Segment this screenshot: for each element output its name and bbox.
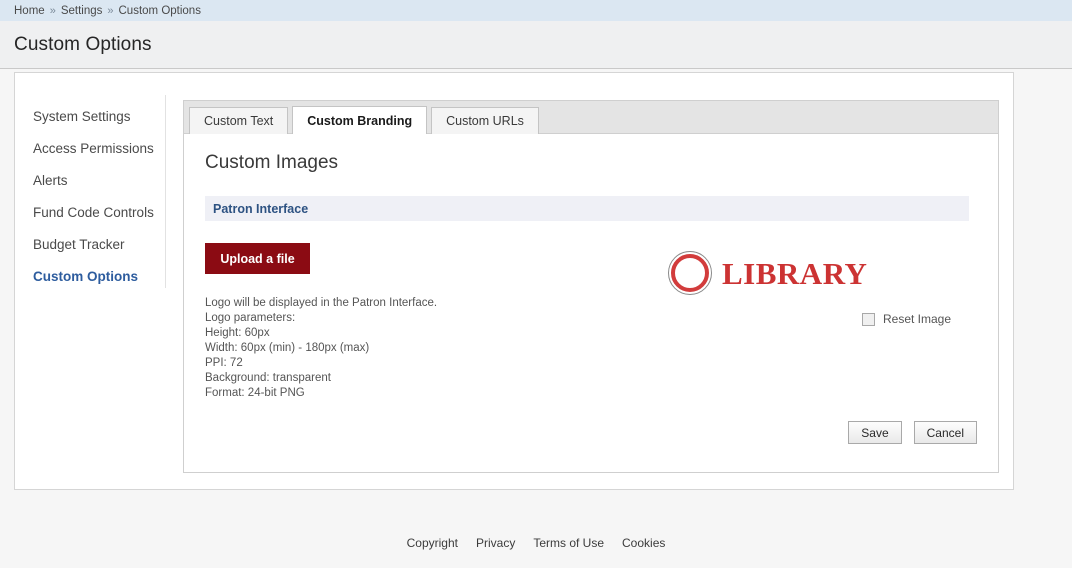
page-header: Custom Options <box>0 21 1072 69</box>
main-panel: System Settings Access Permissions Alert… <box>14 72 1014 490</box>
logo-param-line: Logo parameters: <box>205 312 296 324</box>
upload-row: Upload a file Logo will be displayed in … <box>205 243 977 401</box>
footer-link-terms-of-use[interactable]: Terms of Use <box>533 536 604 550</box>
logo-parameters-text: Logo will be displayed in the Patron Int… <box>205 296 625 401</box>
tab-custom-text[interactable]: Custom Text <box>189 107 289 134</box>
upload-left-column: Upload a file Logo will be displayed in … <box>205 243 625 401</box>
ring-inner-icon <box>671 254 709 292</box>
breadcrumb-item-settings[interactable]: Settings <box>61 5 103 17</box>
breadcrumb-item-custom-options[interactable]: Custom Options <box>119 5 201 17</box>
sidebar-item-system-settings[interactable]: System Settings <box>15 100 166 132</box>
subsection-header-patron-interface: Patron Interface <box>205 196 969 221</box>
logo-param-line: Background: transparent <box>205 372 331 384</box>
logo-param-line: Logo will be displayed in the Patron Int… <box>205 297 438 309</box>
sidebar-item-alerts[interactable]: Alerts <box>15 164 166 196</box>
sidebar-item-budget-tracker[interactable]: Budget Tracker <box>15 228 166 260</box>
breadcrumb-item-home[interactable]: Home <box>14 5 45 17</box>
content-card: Custom Text Custom Branding Custom URLs … <box>183 100 999 473</box>
logo-param-line: Height: 60px <box>205 327 270 339</box>
upload-right-column: LIBRARY Reset Image <box>625 243 977 401</box>
action-buttons: Save Cancel <box>848 421 977 444</box>
breadcrumb-separator: » <box>107 4 114 17</box>
ring-icon <box>668 251 712 295</box>
card-body: Custom Images Patron Interface Upload a … <box>184 134 998 401</box>
footer-link-copyright[interactable]: Copyright <box>407 536 458 550</box>
library-logo: LIBRARY <box>668 251 977 295</box>
footer-link-cookies[interactable]: Cookies <box>622 536 665 550</box>
footer: Copyright Privacy Terms of Use Cookies <box>0 536 1072 550</box>
logo-param-line: Width: 60px (min) - 180px (max) <box>205 342 370 354</box>
tab-custom-branding[interactable]: Custom Branding <box>292 106 428 134</box>
footer-link-privacy[interactable]: Privacy <box>476 536 515 550</box>
breadcrumb: Home » Settings » Custom Options <box>0 0 1072 21</box>
save-button[interactable]: Save <box>848 421 902 444</box>
logo-wordmark: LIBRARY <box>722 255 868 291</box>
tab-strip: Custom Text Custom Branding Custom URLs <box>184 101 998 134</box>
sidebar-item-custom-options[interactable]: Custom Options <box>15 260 166 292</box>
page-title: Custom Options <box>14 33 152 55</box>
upload-a-file-button[interactable]: Upload a file <box>205 243 310 274</box>
sidebar-divider <box>165 95 166 288</box>
section-heading: Custom Images <box>205 152 339 173</box>
logo-param-line: PPI: 72 <box>205 357 243 369</box>
breadcrumb-separator: » <box>49 4 56 17</box>
tab-custom-urls[interactable]: Custom URLs <box>431 107 539 134</box>
reset-image-checkbox[interactable] <box>862 312 875 326</box>
reset-image-label: Reset Image <box>883 312 952 326</box>
reset-image-row: Reset Image <box>862 312 951 326</box>
logo-param-line: Format: 24-bit PNG <box>205 387 305 399</box>
sidebar: System Settings Access Permissions Alert… <box>15 73 166 489</box>
sidebar-item-access-permissions[interactable]: Access Permissions <box>15 132 166 164</box>
sidebar-item-fund-code-controls[interactable]: Fund Code Controls <box>15 196 166 228</box>
cancel-button[interactable]: Cancel <box>913 421 977 444</box>
